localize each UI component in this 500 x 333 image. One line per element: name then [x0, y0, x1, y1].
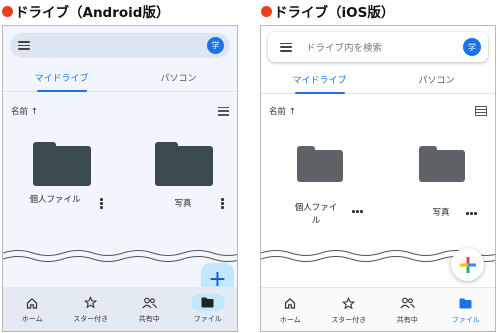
star-icon [76, 294, 106, 311]
more-options-icon[interactable] [466, 212, 477, 215]
tab-my-drive[interactable]: マイドライブ [261, 66, 378, 93]
ios-drive-screen: ドライブ内を検索 学 マイドライブ パソコン 名前 ↑ 個人ファイル 写真 ホー… [260, 25, 496, 332]
more-options-icon[interactable] [221, 198, 224, 209]
nav-home[interactable]: ホーム [3, 287, 62, 331]
search-placeholder[interactable]: ドライブ内を検索 [306, 40, 463, 54]
android-heading: ドライブ（Android版） [2, 2, 170, 21]
nav-files[interactable]: ファイル [179, 287, 238, 331]
bottom-navigation: ホーム スター付き 共有中 ファイル [261, 287, 495, 331]
bullet-icon [261, 5, 272, 17]
nav-files[interactable]: ファイル [437, 288, 496, 331]
folder-name: 個人ファイル [294, 203, 338, 226]
star-icon [334, 295, 364, 312]
ios-heading: ドライブ（iOS版） [261, 2, 395, 21]
nav-starred-label: スター付き [73, 315, 109, 323]
shared-icon [134, 294, 164, 311]
nav-shared-label: 共有中 [138, 315, 160, 323]
menu-icon[interactable] [18, 41, 30, 50]
folder-icon[interactable] [419, 146, 465, 182]
nav-files-label: ファイル [451, 315, 480, 324]
list-view-icon[interactable] [218, 106, 229, 116]
menu-icon[interactable] [280, 42, 292, 52]
tab-computers[interactable]: パソコン [378, 66, 495, 93]
folder-name: 写真 [174, 199, 192, 209]
ios-heading-text: ドライブ（iOS版） [274, 5, 395, 21]
folder-icon[interactable] [155, 142, 213, 186]
bullet-icon [2, 5, 13, 17]
folder-icon[interactable] [33, 142, 91, 186]
more-options-icon[interactable] [100, 198, 103, 209]
account-avatar[interactable]: 学 [463, 38, 481, 56]
folder-name: 個人ファイル [29, 195, 81, 205]
folder-icon[interactable] [297, 146, 343, 182]
sort-by-name-button[interactable]: 名前 ↑ [269, 105, 296, 117]
tab-computers[interactable]: パソコン [120, 64, 237, 91]
nav-shared[interactable]: 共有中 [120, 287, 179, 331]
nav-home-label: ホーム [21, 315, 43, 323]
cut-line [3, 250, 237, 262]
list-view-icon[interactable] [475, 106, 487, 116]
account-avatar[interactable]: 学 [207, 37, 224, 54]
tab-bar: マイドライブ パソコン [261, 66, 495, 94]
nav-starred[interactable]: スター付き [320, 288, 379, 331]
folder-icon [451, 295, 481, 312]
android-heading-text: ドライブ（Android版） [15, 5, 170, 21]
android-drive-screen: 学 マイドライブ パソコン 名前 ↑ 個人ファイル 写真 + ホーム スター付き… [2, 25, 238, 332]
nav-shared[interactable]: 共有中 [378, 288, 437, 331]
bottom-navigation: ホーム スター付き 共有中 ファイル [3, 287, 237, 331]
nav-files-label: ファイル [193, 315, 222, 323]
nav-starred[interactable]: スター付き [62, 287, 121, 331]
tab-bar: マイドライブ パソコン [3, 64, 237, 92]
folder-name: 写真 [432, 208, 450, 218]
nav-home-label: ホーム [279, 315, 301, 324]
more-options-icon[interactable] [352, 210, 363, 213]
tab-my-drive[interactable]: マイドライブ [3, 64, 120, 91]
plus-icon [459, 256, 476, 273]
folder-icon [190, 294, 225, 311]
nav-starred-label: スター付き [331, 315, 367, 324]
new-item-button[interactable] [451, 248, 484, 281]
nav-home[interactable]: ホーム [261, 288, 320, 331]
search-bar[interactable]: 学 [10, 33, 230, 58]
sort-row: 名前 ↑ [269, 104, 487, 118]
home-icon [17, 294, 47, 311]
shared-icon [392, 295, 422, 312]
nav-shared-label: 共有中 [396, 315, 418, 324]
sort-row: 名前 ↑ [11, 104, 229, 118]
search-bar[interactable]: ドライブ内を検索 学 [268, 32, 488, 62]
sort-by-name-button[interactable]: 名前 ↑ [11, 105, 38, 117]
home-icon [275, 295, 305, 312]
